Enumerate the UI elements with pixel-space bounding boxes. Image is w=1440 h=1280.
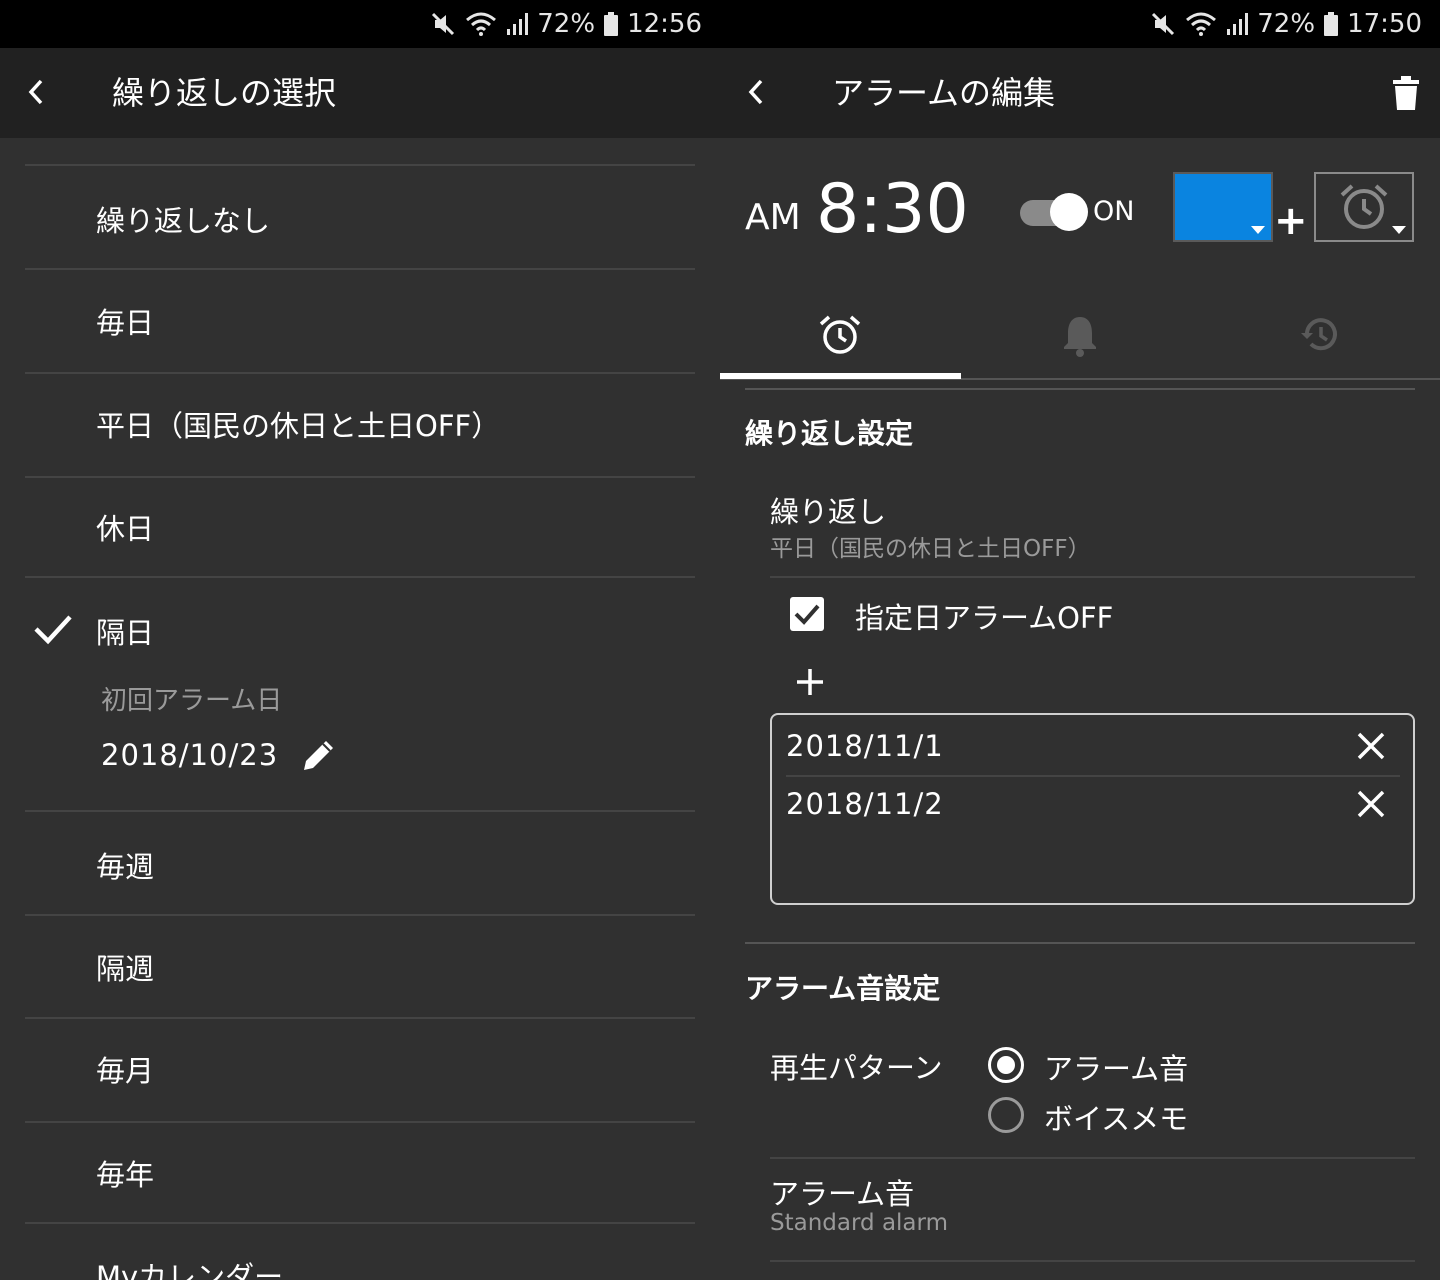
option-no-repeat[interactable]: 繰り返しなし <box>25 164 695 270</box>
option-every-other-day[interactable]: 隔日 初回アラーム日 2018/10/23 <box>25 576 695 812</box>
clock-time: 17:50 <box>1347 9 1422 39</box>
option-label: 隔週 <box>96 952 155 986</box>
alarm-edit-screen: 72% 17:50 アラームの編集 AM 8:30 ON + 繰り返し設定 繰り… <box>720 0 1440 1280</box>
option-yearly[interactable]: 毎年 <box>25 1121 695 1224</box>
alarm-toggle[interactable] <box>1018 193 1090 233</box>
first-alarm-date: 2018/10/23 <box>101 738 279 772</box>
option-biweekly[interactable]: 隔週 <box>25 914 695 1019</box>
option-label: 繰り返しなし <box>96 204 271 238</box>
check-icon <box>794 604 820 625</box>
option-label: 平日（国民の休日と土日OFF） <box>96 409 501 443</box>
wifi-icon <box>465 11 497 37</box>
radio-voice-memo[interactable] <box>988 1097 1024 1133</box>
clock-time: 12:56 <box>627 9 702 39</box>
status-bar: 72% 12:56 <box>0 0 720 48</box>
bell-icon <box>1064 317 1096 357</box>
delete-button[interactable] <box>1384 70 1428 116</box>
tab-indicator <box>720 373 961 379</box>
repeat-value: 平日（国民の休日と土日OFF） <box>770 536 1091 562</box>
app-bar: 繰り返しの選択 <box>0 48 720 138</box>
page-title: 繰り返しの選択 <box>112 74 337 112</box>
list-item: 2018/11/2 <box>786 775 1400 831</box>
back-button[interactable] <box>14 70 58 114</box>
option-label: 休日 <box>96 512 155 546</box>
signal-icon <box>1225 11 1249 37</box>
plus-label: + <box>1274 198 1308 244</box>
section-divider <box>745 388 1415 390</box>
app-bar: アラームの編集 <box>720 48 1440 138</box>
signal-icon <box>505 11 529 37</box>
remove-date-button[interactable] <box>1354 729 1388 763</box>
repeat-label: 繰り返し <box>770 495 887 529</box>
tab-alarm[interactable] <box>720 290 960 380</box>
radio-alarm-sound-label: アラーム音 <box>1044 1052 1189 1086</box>
close-icon <box>1357 732 1385 760</box>
battery-icon <box>1323 11 1339 37</box>
item-divider <box>770 1157 1415 1159</box>
dropdown-caret-icon <box>1392 226 1406 234</box>
repeat-selection-screen: 72% 12:56 繰り返しの選択 繰り返しなし 毎日 平日（国民の休日と土日O… <box>0 0 720 1280</box>
tab-history[interactable] <box>1200 290 1440 380</box>
back-button[interactable] <box>734 70 778 114</box>
wifi-icon <box>1185 11 1217 37</box>
pencil-icon[interactable] <box>300 736 338 778</box>
excluded-dates-list: 2018/11/1 2018/11/2 <box>770 713 1415 905</box>
excluded-date: 2018/11/2 <box>786 787 944 821</box>
dropdown-caret-icon <box>1251 226 1265 234</box>
mute-icon <box>1149 10 1177 38</box>
option-daily[interactable]: 毎日 <box>25 268 695 374</box>
battery-icon <box>603 11 619 37</box>
option-label: 隔日 <box>96 616 155 650</box>
list-item: 2018/11/1 <box>786 717 1400 777</box>
option-monthly[interactable]: 毎月 <box>25 1017 695 1123</box>
option-label: 毎年 <box>96 1158 155 1192</box>
battery-percent: 72% <box>537 9 596 39</box>
repeat-section-title: 繰り返し設定 <box>745 417 914 450</box>
chevron-left-icon <box>28 79 43 105</box>
exclude-dates-checkbox[interactable] <box>790 597 824 631</box>
trash-icon <box>1393 76 1419 110</box>
chevron-left-icon <box>748 79 763 105</box>
item-divider <box>770 576 1415 578</box>
radio-voice-memo-label: ボイスメモ <box>1044 1102 1189 1136</box>
playback-pattern-label: 再生パターン <box>770 1051 943 1085</box>
add-date-button[interactable] <box>790 662 830 702</box>
history-icon <box>1301 318 1337 351</box>
alarm-sound-value: Standard alarm <box>770 1210 948 1236</box>
item-divider <box>770 1260 1415 1262</box>
plus-icon <box>797 669 823 695</box>
status-bar: 72% 17:50 <box>720 0 1440 48</box>
remove-date-button[interactable] <box>1354 787 1388 821</box>
excluded-date: 2018/11/1 <box>786 729 944 763</box>
option-label: 毎週 <box>96 850 155 884</box>
battery-percent: 72% <box>1257 9 1316 39</box>
option-label: 毎日 <box>96 306 155 340</box>
option-holidays[interactable]: 休日 <box>25 476 695 578</box>
radio-alarm-sound[interactable] <box>988 1047 1024 1083</box>
sound-section-title: アラーム音設定 <box>745 972 941 1005</box>
color-picker[interactable] <box>1173 172 1273 242</box>
alarm-clock-icon <box>1340 184 1388 229</box>
am-pm-label: AM <box>745 197 801 238</box>
option-weekdays[interactable]: 平日（国民の休日と土日OFF） <box>25 372 695 478</box>
first-alarm-label: 初回アラーム日 <box>101 686 283 716</box>
mute-icon <box>429 10 457 38</box>
option-label: Myカレンダー <box>96 1260 284 1280</box>
tab-sound[interactable] <box>960 290 1200 380</box>
option-label: 毎月 <box>96 1054 155 1088</box>
close-icon <box>1357 790 1385 818</box>
page-title: アラームの編集 <box>832 74 1056 112</box>
section-divider <box>745 942 1415 944</box>
option-weekly[interactable]: 毎週 <box>25 810 695 916</box>
alarm-time[interactable]: 8:30 <box>816 170 969 249</box>
check-icon <box>33 612 73 650</box>
exclude-dates-label: 指定日アラームOFF <box>855 601 1114 635</box>
toggle-knob <box>1050 193 1088 231</box>
toggle-label: ON <box>1093 196 1135 227</box>
alarm-style-picker[interactable] <box>1314 172 1414 242</box>
radio-dot <box>997 1056 1015 1074</box>
option-my-calendar[interactable]: Myカレンダー <box>25 1222 695 1280</box>
alarm-sound-label: アラーム音 <box>770 1177 915 1211</box>
alarm-clock-icon <box>819 315 861 354</box>
